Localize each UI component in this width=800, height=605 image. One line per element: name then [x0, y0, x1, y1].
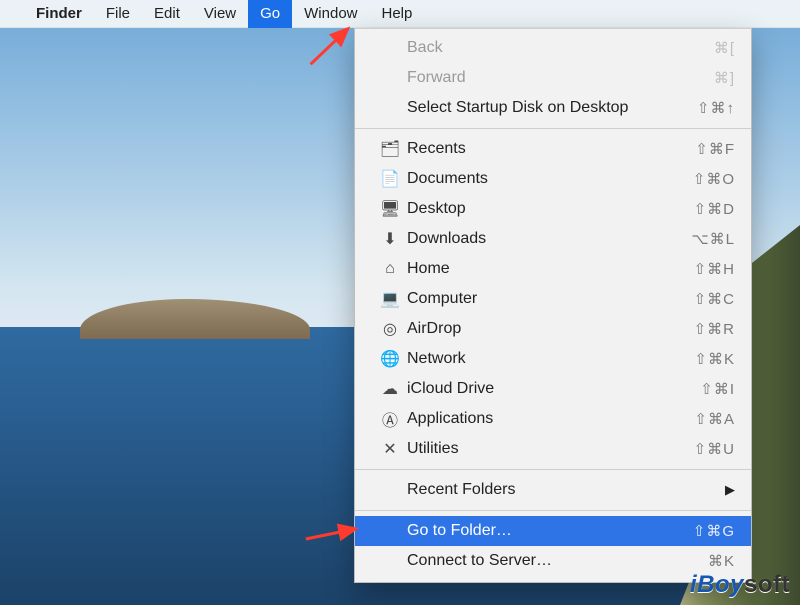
menu-item-shortcut: ⌥⌘L [665, 230, 735, 248]
menu-item-shortcut: ⇧⌘U [665, 440, 735, 458]
menu-item-label: Recents [405, 140, 665, 158]
menubar-item-finder[interactable]: Finder [24, 0, 94, 28]
menu-item-label: Connect to Server… [375, 552, 665, 570]
watermark: iBoysoft [690, 571, 790, 599]
computer-icon: 💻 [375, 289, 405, 309]
menu-item-label: AirDrop [405, 320, 665, 338]
menu-item-documents[interactable]: 📄Documents⇧⌘O [355, 164, 751, 194]
menu-item-shortcut: ⇧⌘A [665, 410, 735, 428]
menu-item-select-startup-disk-on-desktop[interactable]: Select Startup Disk on Desktop⇧⌘↑ [355, 93, 751, 123]
menu-item-go-to-folder[interactable]: Go to Folder…⇧⌘G [355, 516, 751, 546]
menu-item-applications[interactable]: ⒶApplications⇧⌘A [355, 404, 751, 434]
menu-item-recents[interactable]: 🗂Recents⇧⌘F [355, 134, 751, 164]
menubar-item-go[interactable]: Go [248, 0, 292, 28]
airdrop-icon: ◎ [375, 319, 405, 339]
menu-item-shortcut: ⌘[ [665, 39, 735, 57]
menu-item-forward: Forward⌘] [355, 63, 751, 93]
menubar-item-help[interactable]: Help [370, 0, 425, 28]
documents-icon: 📄 [375, 169, 405, 189]
utilities-icon: ✕ [375, 439, 405, 459]
recents-icon: 🗂 [375, 139, 405, 159]
menu-item-shortcut: ⌘] [665, 69, 735, 87]
menu-item-computer[interactable]: 💻Computer⇧⌘C [355, 284, 751, 314]
menu-separator [355, 128, 751, 129]
menu-item-recent-folders[interactable]: Recent Folders▶ [355, 475, 751, 505]
menu-item-shortcut: ⇧⌘O [665, 170, 735, 188]
menu-item-shortcut: ⇧⌘G [665, 522, 735, 540]
menu-separator [355, 510, 751, 511]
watermark-suffix: soft [744, 571, 790, 598]
applications-icon: Ⓐ [375, 407, 405, 431]
menu-item-label: Desktop [405, 200, 665, 218]
menu-item-desktop[interactable]: 🖥Desktop⇧⌘D [355, 194, 751, 224]
menu-item-label: Back [375, 39, 665, 57]
menubar-item-view[interactable]: View [192, 0, 248, 28]
menu-item-label: Applications [405, 410, 665, 428]
desktop-icon: 🖥 [375, 199, 405, 219]
menu-item-label: Downloads [405, 230, 665, 248]
downloads-icon: ⬇︎ [375, 229, 405, 249]
wallpaper-island [80, 299, 310, 339]
menu-item-network[interactable]: 🌐Network⇧⌘K [355, 344, 751, 374]
menubar-item-file[interactable]: File [94, 0, 142, 28]
menu-item-label: iCloud Drive [405, 380, 665, 398]
menu-item-back: Back⌘[ [355, 33, 751, 63]
menu-item-utilities[interactable]: ✕Utilities⇧⌘U [355, 434, 751, 464]
menu-item-shortcut: ⇧⌘F [665, 140, 735, 158]
menu-item-label: Go to Folder… [375, 522, 665, 540]
watermark-brand: iBoy [690, 571, 744, 598]
menu-item-shortcut: ⇧⌘↑ [665, 99, 735, 117]
home-icon: ⌂ [375, 260, 405, 278]
menubar: FinderFileEditViewGoWindowHelp [0, 0, 800, 28]
go-menu: Back⌘[Forward⌘]Select Startup Disk on De… [354, 28, 752, 583]
menu-item-label: Utilities [405, 440, 665, 458]
submenu-arrow-icon: ▶ [725, 482, 735, 498]
menu-item-airdrop[interactable]: ◎AirDrop⇧⌘R [355, 314, 751, 344]
menu-item-label: Network [405, 350, 665, 368]
menubar-item-window[interactable]: Window [292, 0, 369, 28]
menu-item-label: Computer [405, 290, 665, 308]
menu-item-shortcut: ⌘K [665, 552, 735, 570]
menu-item-icloud-drive[interactable]: ☁︎iCloud Drive⇧⌘I [355, 374, 751, 404]
icloud-icon: ☁︎ [375, 379, 405, 399]
menu-item-shortcut: ⇧⌘R [665, 320, 735, 338]
menu-item-shortcut: ⇧⌘I [665, 380, 735, 398]
network-icon: 🌐 [375, 349, 405, 369]
annotation-arrow [304, 521, 365, 545]
menu-item-label: Home [405, 260, 665, 278]
desktop-wallpaper: FinderFileEditViewGoWindowHelp Back⌘[For… [0, 0, 800, 605]
menu-item-downloads[interactable]: ⬇︎Downloads⌥⌘L [355, 224, 751, 254]
menu-item-label: Documents [405, 170, 665, 188]
menubar-item-edit[interactable]: Edit [142, 0, 192, 28]
menu-item-shortcut: ⇧⌘C [665, 290, 735, 308]
menu-item-shortcut: ⇧⌘K [665, 350, 735, 368]
menu-item-label: Recent Folders [375, 481, 725, 499]
menu-item-label: Forward [375, 69, 665, 87]
menu-item-shortcut: ⇧⌘H [665, 260, 735, 278]
menu-separator [355, 469, 751, 470]
menu-item-home[interactable]: ⌂Home⇧⌘H [355, 254, 751, 284]
menu-item-shortcut: ⇧⌘D [665, 200, 735, 218]
menu-item-label: Select Startup Disk on Desktop [375, 99, 665, 117]
